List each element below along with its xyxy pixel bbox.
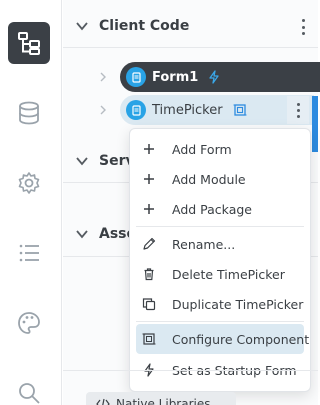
tree-icon <box>18 32 40 55</box>
chevron-down-icon <box>76 156 88 165</box>
component-icon <box>142 333 156 345</box>
scroll-edge <box>312 96 318 152</box>
copy-icon <box>142 298 156 311</box>
app-tree-button[interactable] <box>8 22 50 64</box>
menu-item-duplicate[interactable]: Duplicate TimePicker <box>136 289 304 319</box>
chevron-down-icon <box>76 21 88 30</box>
chevron-right-icon[interactable] <box>98 105 108 115</box>
menu-item-label: Configure Component <box>172 331 310 347</box>
menu-item-add-form[interactable]: Add Form <box>136 134 304 164</box>
menu-item-label: Add Package <box>172 201 252 217</box>
tree-item-form1[interactable]: Form1 <box>120 62 320 92</box>
search-icon <box>19 383 40 404</box>
search-button[interactable] <box>8 372 50 405</box>
menu-item-label: Delete TimePicker <box>172 266 285 282</box>
kebab-menu-icon[interactable] <box>287 96 309 124</box>
menu-item-rename[interactable]: Rename... <box>136 229 304 259</box>
gear-icon <box>18 172 40 194</box>
menu-separator <box>136 226 304 227</box>
plus-icon <box>144 174 154 184</box>
trash-icon <box>144 268 154 281</box>
database-icon <box>19 101 39 125</box>
palette-icon <box>18 312 40 334</box>
tree-item-label: Form1 <box>152 69 199 85</box>
menu-item-configure-component[interactable]: Configure Component <box>136 324 309 354</box>
plus-icon <box>144 144 154 154</box>
kebab-menu-icon[interactable] <box>296 17 310 37</box>
section-client-code[interactable]: Client Code <box>63 4 318 48</box>
outline-button[interactable] <box>8 232 50 274</box>
chevron-down-icon <box>76 229 88 238</box>
data-button[interactable] <box>8 92 50 134</box>
section-title: Client Code <box>99 17 190 34</box>
component-icon <box>233 104 247 116</box>
menu-item-add-module[interactable]: Add Module <box>136 164 304 194</box>
pencil-icon <box>143 237 156 250</box>
menu-item-label: Add Form <box>172 141 232 157</box>
code-icon <box>96 398 110 405</box>
bottom-divider <box>63 370 318 371</box>
menu-separator <box>136 321 304 322</box>
settings-button[interactable] <box>8 162 50 204</box>
native-libraries-button[interactable]: Native Libraries <box>86 392 236 405</box>
context-menu: Add Form Add Module Add Package Rename..… <box>129 128 311 392</box>
native-libraries-label: Native Libraries <box>116 397 211 405</box>
lightning-icon <box>209 70 219 84</box>
menu-item-add-package[interactable]: Add Package <box>136 194 304 224</box>
tree-item-label: TimePicker <box>152 102 223 118</box>
theme-button[interactable] <box>8 302 50 344</box>
list-icon <box>19 244 39 262</box>
tree-item-timepicker[interactable]: TimePicker <box>120 95 314 125</box>
menu-item-delete[interactable]: Delete TimePicker <box>136 259 304 289</box>
menu-item-label: Rename... <box>172 236 236 252</box>
menu-item-label: Add Module <box>172 171 246 187</box>
form-file-icon <box>126 67 146 87</box>
menu-item-label: Duplicate TimePicker <box>172 296 304 312</box>
plus-icon <box>144 204 154 214</box>
icon-rail <box>0 0 62 405</box>
chevron-right-icon[interactable] <box>98 72 108 82</box>
form-file-icon <box>126 100 146 120</box>
